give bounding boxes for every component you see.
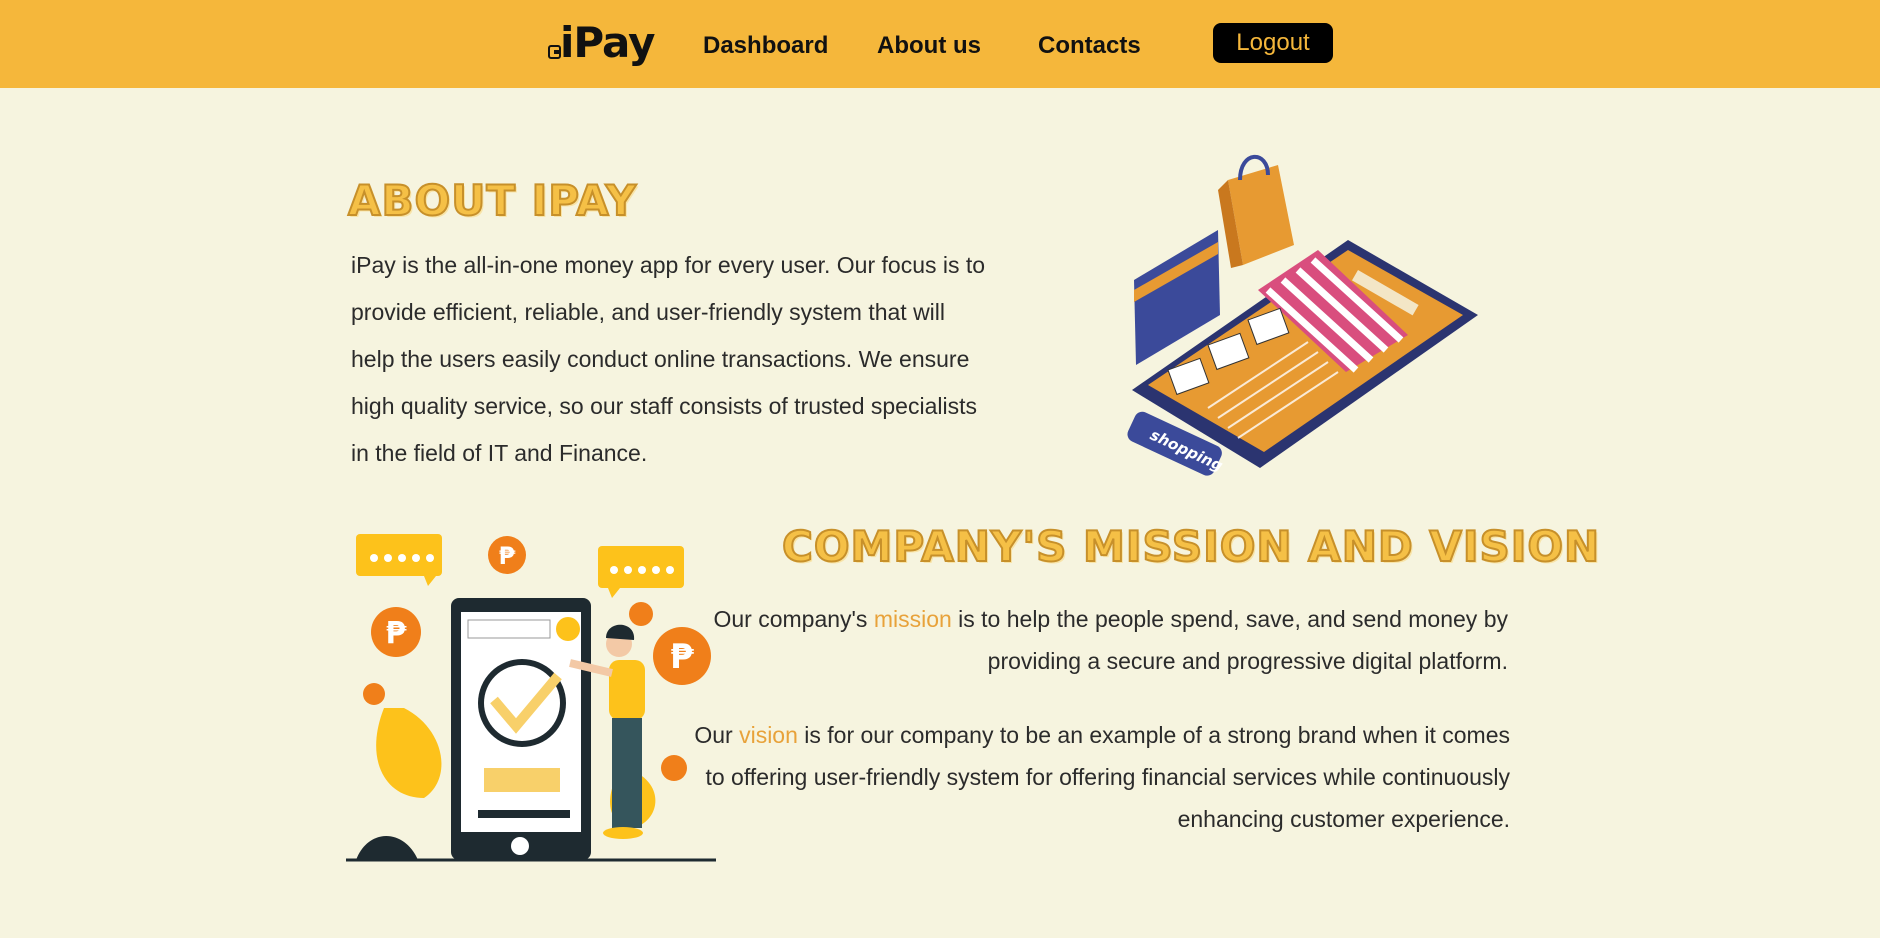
mission-post-text: is to help the people spend, save, and s… <box>951 606 1508 674</box>
mission-pre-text: Our company's <box>713 606 874 632</box>
currency-glyph: ₱ <box>670 637 694 677</box>
vision-post-text: is for our company to be an example of a… <box>705 722 1510 832</box>
mission-highlight: mission <box>873 606 952 632</box>
mobile-payment-illustration: ₱ ₱ ₱ <box>346 534 716 862</box>
currency-glyph: ₱ <box>499 542 516 570</box>
logout-button[interactable]: Logout <box>1213 23 1333 63</box>
top-navbar: iPay Dashboard About us Contacts Logout <box>0 0 1880 88</box>
mission-paragraph: Our company's mission is to help the peo… <box>688 598 1508 682</box>
currency-glyph: ₱ <box>386 616 407 651</box>
mission-vision-heading: Company's Mission and Vision <box>781 521 1601 572</box>
about-description: iPay is the all-in-one money app for eve… <box>351 252 986 466</box>
about-heading: About iPay <box>347 175 638 226</box>
nav-about-link[interactable]: About us <box>877 32 981 60</box>
ipay-logo[interactable]: iPay <box>548 18 655 67</box>
shopping-phone-illustration: shopping <box>1127 154 1478 476</box>
vision-paragraph: Our vision is for our company to be an e… <box>690 714 1510 840</box>
vision-highlight: vision <box>739 722 798 748</box>
nav-dashboard-link[interactable]: Dashboard <box>703 32 828 60</box>
nav-contacts-link[interactable]: Contacts <box>1038 32 1141 60</box>
logo-text: iPay <box>560 18 655 67</box>
